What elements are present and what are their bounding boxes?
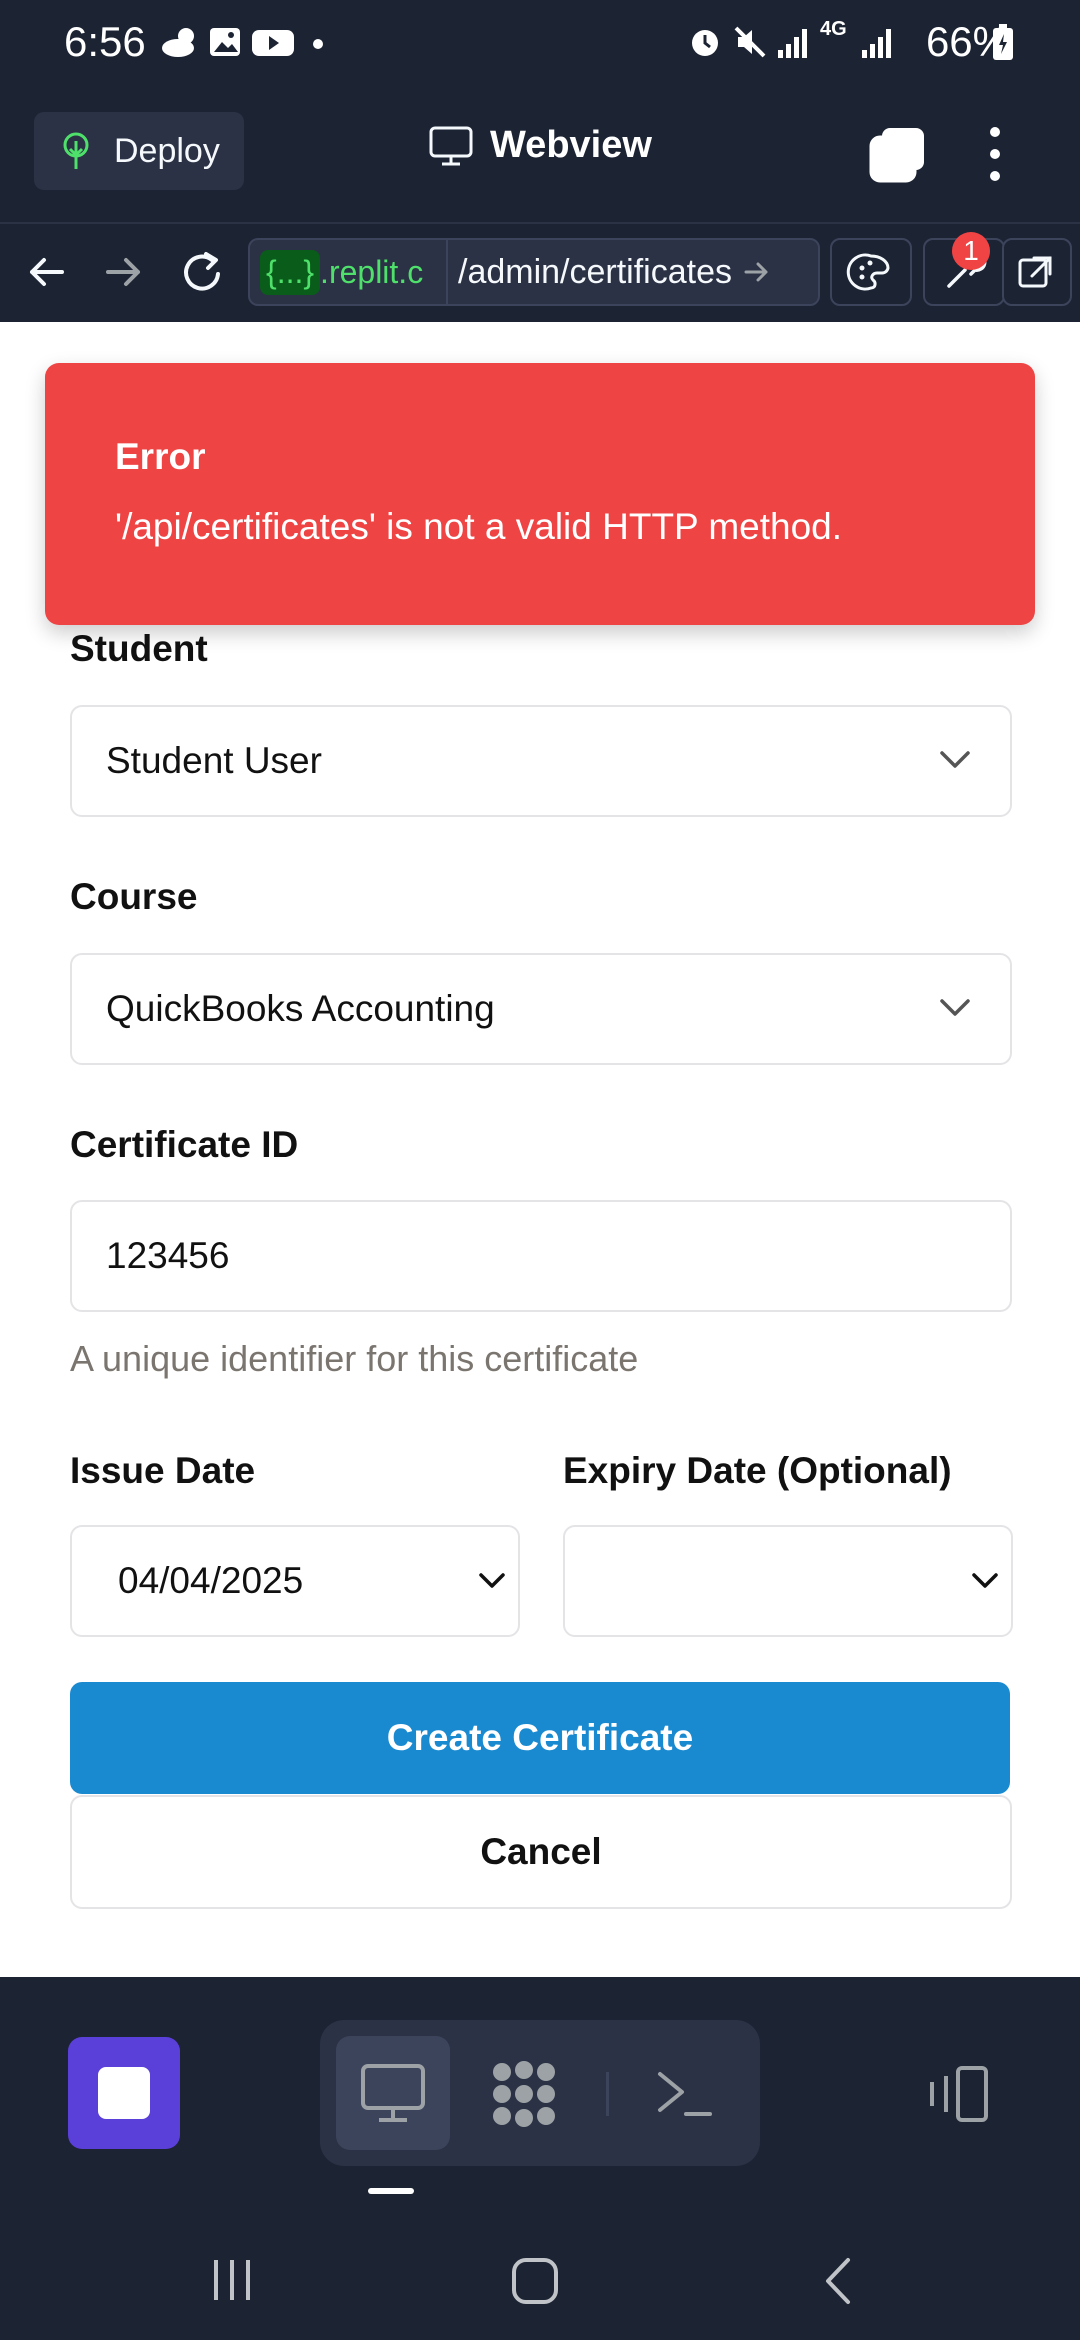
chevron-down-icon	[940, 751, 970, 768]
back-nav-icon[interactable]	[818, 2256, 858, 2306]
palette-icon	[846, 253, 890, 291]
go-arrow-icon[interactable]	[742, 257, 772, 287]
status-time: 6:56	[64, 18, 146, 65]
notification-badge: 1	[952, 232, 990, 270]
android-navigation-bar	[0, 2220, 1080, 2340]
issue-date-value: 04/04/2025	[118, 1560, 304, 1601]
url-path[interactable]: /admin/certificates	[458, 240, 772, 304]
dot-icon	[313, 39, 323, 49]
external-link-icon	[1018, 256, 1052, 288]
layout-panel-icon[interactable]	[922, 2064, 990, 2124]
forward-arrow-icon[interactable]	[104, 250, 144, 294]
expiry-date-label: Expiry Date (Optional)	[563, 1450, 952, 1491]
course-select-value: QuickBooks Accounting	[106, 988, 495, 1029]
student-select-value: Student User	[106, 740, 322, 781]
url-host-rest: .replit.c	[320, 253, 424, 290]
network-type: 4G	[820, 18, 847, 40]
student-select[interactable]: Student User	[70, 705, 1012, 817]
deploy-label: Deploy	[114, 131, 220, 170]
webview-title-text: Webview	[490, 124, 652, 166]
active-pane-indicator	[368, 2188, 414, 2194]
ai-agent-icon[interactable]	[488, 2058, 560, 2130]
url-host[interactable]: {...} .replit.c	[250, 240, 448, 304]
certificate-id-input[interactable]: 123456	[70, 1200, 1012, 1312]
monitor-icon	[429, 126, 473, 165]
pane-divider	[606, 2072, 609, 2116]
deploy-tree-icon	[63, 132, 89, 169]
cancel-button[interactable]: Cancel	[70, 1795, 1012, 1909]
chevron-down-icon	[479, 1573, 505, 1588]
youtube-icon	[252, 30, 294, 56]
recent-apps-icon[interactable]	[208, 2256, 256, 2304]
reload-icon[interactable]	[180, 250, 226, 294]
error-title: Error	[115, 436, 206, 477]
chevron-down-icon	[972, 1573, 998, 1588]
terminal-icon[interactable]	[654, 2066, 714, 2122]
error-message: '/api/certificates' is not a valid HTTP …	[115, 506, 843, 547]
open-external-button[interactable]	[1002, 238, 1072, 306]
deploy-button[interactable]: Deploy	[34, 112, 244, 190]
mute-icon	[734, 26, 766, 58]
issue-date-input[interactable]: 04/04/2025	[70, 1525, 520, 1637]
certificate-id-label: Certificate ID	[70, 1124, 299, 1165]
back-arrow-icon[interactable]	[26, 250, 66, 294]
chevron-down-icon	[940, 999, 970, 1016]
certificate-id-help: A unique identifier for this certificate	[70, 1338, 639, 1379]
alarm-icon	[692, 30, 718, 56]
signal-icon	[778, 29, 807, 58]
battery-icon	[993, 24, 1013, 60]
url-path-text: /admin/certificates	[458, 252, 732, 291]
webview-title: Webview	[428, 124, 652, 167]
pane-webview-button[interactable]	[336, 2036, 450, 2150]
expiry-date-input[interactable]	[563, 1525, 1013, 1637]
more-vert-icon[interactable]	[975, 124, 1015, 184]
course-select[interactable]: QuickBooks Accounting	[70, 953, 1012, 1065]
url-field[interactable]: {...} .replit.c /admin/certificates	[248, 238, 820, 306]
theme-palette-button[interactable]	[830, 238, 912, 306]
student-label: Student	[70, 628, 208, 669]
signal-icon	[862, 29, 891, 58]
stop-icon	[98, 2067, 150, 2119]
image-icon	[210, 28, 240, 56]
course-label: Course	[70, 876, 198, 917]
monitor-icon	[361, 2064, 425, 2122]
url-host-tag: {...}	[260, 249, 321, 295]
create-certificate-button[interactable]: Create Certificate	[70, 1682, 1010, 1794]
home-icon[interactable]	[510, 2256, 560, 2306]
tabs-icon[interactable]	[868, 124, 928, 184]
error-toast	[45, 363, 1035, 625]
status-bar: 6:56 4G 66%	[0, 0, 1080, 88]
pane-switcher	[320, 2020, 760, 2166]
stop-button[interactable]	[68, 2037, 180, 2149]
issue-date-label: Issue Date	[70, 1450, 256, 1491]
cloud-sun-icon	[162, 28, 194, 57]
certificate-id-value: 123456	[106, 1235, 230, 1276]
